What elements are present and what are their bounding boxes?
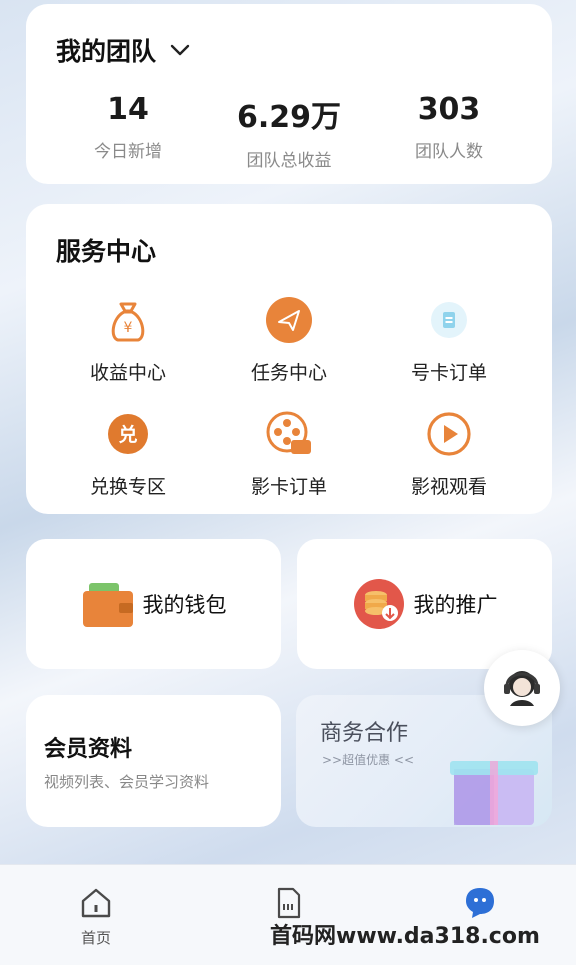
- service-item-sim-orders[interactable]: 号卡订单: [374, 294, 524, 385]
- team-title: 我的团队: [56, 37, 157, 66]
- member-title: 会员资料: [44, 737, 133, 762]
- team-title-row[interactable]: 我的团队: [56, 32, 192, 68]
- stat-new-today: 14 今日新增: [53, 92, 203, 162]
- paper-plane-icon: [266, 297, 312, 343]
- business-subtitle: >>超值优惠 <<: [322, 753, 415, 767]
- service-item-label: 任务中心: [250, 362, 327, 384]
- business-title: 商务合作: [320, 721, 409, 746]
- service-item-label: 影视观看: [410, 476, 487, 498]
- promotion-card[interactable]: 我的推广: [297, 539, 552, 669]
- coins-icon: [353, 579, 404, 629]
- team-card: 我的团队 14 今日新增 6.29万 团队总收益 303 团队人数: [26, 4, 552, 184]
- stat-label: 团队总收益: [246, 151, 332, 171]
- member-subtitle: 视频列表、会员学习资料: [44, 773, 210, 791]
- home-icon: [81, 888, 111, 918]
- wallet-card[interactable]: 我的钱包: [26, 539, 281, 669]
- service-title: 服务中心: [56, 237, 157, 266]
- nav-home-label: 首页: [80, 929, 111, 947]
- sim-card-icon: [277, 887, 301, 919]
- watermark-text: 首码网www.da318.com: [270, 924, 540, 949]
- svg-text:¥: ¥: [124, 320, 133, 336]
- service-center-card: 服务中心 ¥ 收益中心 任务中心 号卡订单 兑 兑换专区 影卡订单 影视观看: [26, 204, 552, 514]
- money-bag-icon: ¥: [111, 302, 145, 342]
- stat-label: 团队人数: [415, 142, 483, 162]
- headset-agent-icon: [504, 671, 540, 706]
- sim-card-icon: [431, 302, 467, 338]
- stat-value: 6.29万: [236, 100, 342, 135]
- service-item-film-orders[interactable]: 影卡订单: [214, 408, 364, 499]
- member-materials-card[interactable]: 会员资料 视频列表、会员学习资料: [26, 695, 281, 827]
- wallet-label: 我的钱包: [142, 593, 227, 617]
- service-item-tasks[interactable]: 任务中心: [214, 294, 364, 385]
- film-reel-icon: [266, 411, 311, 454]
- exchange-icon: 兑: [108, 414, 148, 454]
- service-item-label: 影卡订单: [250, 476, 327, 498]
- stat-value: 14: [107, 92, 149, 127]
- stat-total-income: 6.29万 团队总收益: [214, 92, 364, 171]
- service-item-exchange[interactable]: 兑 兑换专区: [53, 408, 203, 499]
- service-item-income[interactable]: ¥ 收益中心: [53, 294, 203, 385]
- service-item-label: 号卡订单: [410, 362, 487, 384]
- service-item-watch[interactable]: 影视观看: [374, 408, 524, 499]
- customer-support-button[interactable]: [484, 650, 560, 726]
- chat-icon: [466, 888, 494, 918]
- promotion-label: 我的推广: [413, 593, 498, 617]
- chevron-down-icon: [170, 44, 190, 56]
- nav-home[interactable]: 首页: [66, 885, 126, 948]
- service-item-label: 兑换专区: [89, 476, 166, 498]
- stat-label: 今日新增: [94, 142, 162, 162]
- gift-box-icon: [450, 761, 538, 825]
- stat-value: 303: [417, 92, 481, 127]
- wallet-icon: [82, 583, 133, 627]
- svg-text:兑: 兑: [118, 423, 137, 446]
- stat-team-size: 303 团队人数: [374, 92, 524, 162]
- service-item-label: 收益中心: [89, 362, 166, 384]
- play-icon: [427, 412, 471, 456]
